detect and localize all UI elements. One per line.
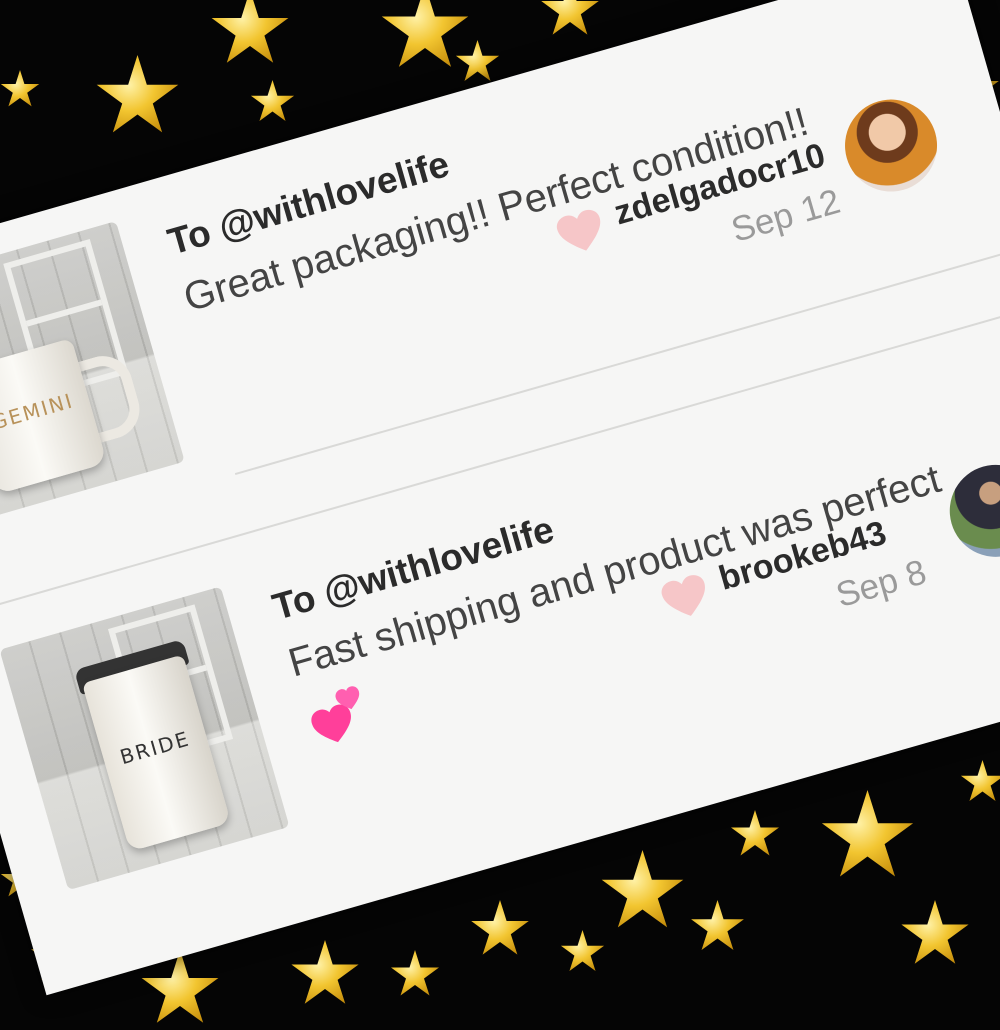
mug-label: GEMINI [0, 388, 77, 435]
star-icon [901, 900, 969, 964]
two-hearts-icon [311, 686, 360, 743]
star-icon [960, 760, 1000, 801]
star-icon [391, 950, 439, 996]
tumbler-label: BRIDE [117, 726, 193, 770]
star-icon [471, 900, 529, 955]
star-icon [96, 55, 179, 133]
star-icon [601, 850, 684, 928]
star-icon [455, 40, 500, 81]
star-icon [250, 80, 295, 121]
star-icon [381, 0, 469, 67]
star-icon [691, 900, 744, 951]
star-icon [560, 930, 605, 971]
star-icon [541, 0, 599, 35]
product-thumbnail[interactable]: BRIDE [0, 586, 290, 891]
star-icon [211, 0, 289, 63]
star-icon [0, 70, 40, 107]
product-thumbnail[interactable]: GEMINI [0, 221, 185, 525]
star-icon [821, 790, 914, 877]
star-icon [731, 810, 779, 856]
